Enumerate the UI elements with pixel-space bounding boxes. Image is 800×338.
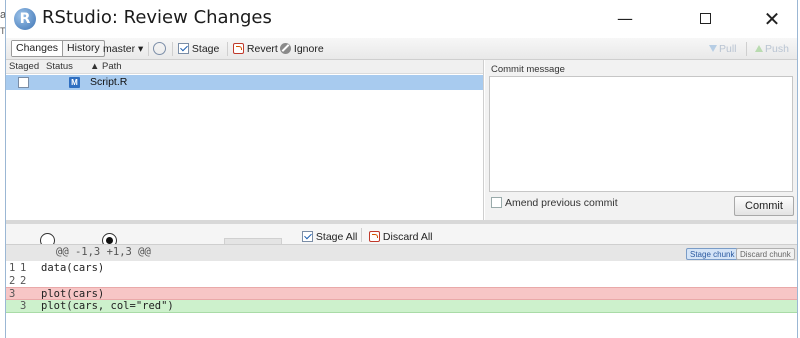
commit-button[interactable]: Commit [734,196,794,216]
review-changes-window: R RStudio: Review Changes — ✕ Changes Hi… [5,0,798,338]
status-badge: M [69,76,80,88]
column-header-status[interactable]: Status [46,61,73,72]
revert-icon [233,42,244,54]
checkbox-icon [18,76,29,88]
amend-label: Amend previous commit [505,197,618,209]
stage-checkbox-icon [178,42,189,54]
file-list-header: Staged Status ▲ Path [6,60,483,74]
push-button[interactable]: Push [755,41,789,57]
branch-dropdown[interactable]: master ▾ [103,41,143,57]
commit-panel: Commit message Amend previous commit Com… [485,60,797,220]
hunk-range: @@ -1,3 +1,3 @@ [56,246,151,258]
rstudio-logo-icon: R [14,8,36,30]
new-line-number: 3 [20,300,27,312]
toolbar: Changes History master ▾ Stage Revert Ig… [6,38,797,60]
stage-all-checkbox-icon [302,230,313,242]
new-line-number: 1 [20,262,27,274]
stage-chunk-button[interactable]: Stage chunk [686,248,739,260]
old-line-number: 1 [9,262,16,274]
push-arrow-icon [755,44,763,52]
file-row[interactable]: M Script.R [6,75,483,90]
new-line-number: 2 [20,275,27,287]
refresh-button[interactable] [153,41,166,57]
title-bar: R RStudio: Review Changes — ✕ [6,0,797,38]
diff-hunk-header: @@ -1,3 +1,3 @@ Stage chunk Discard chun… [6,244,797,261]
discard-all-button[interactable]: Discard All [369,229,433,245]
close-button[interactable]: ✕ [752,6,792,32]
discard-chunk-button[interactable]: Discard chunk [736,248,795,260]
revert-button[interactable]: Revert [233,41,278,57]
stage-all-button[interactable]: Stage All [302,229,357,245]
column-header-path[interactable]: ▲ Path [90,61,122,72]
column-header-staged[interactable]: Staged [9,61,39,72]
tab-changes[interactable]: Changes [12,41,64,56]
commit-message-label: Commit message [491,64,565,75]
diff-code: data(cars) [41,262,105,274]
maximize-button[interactable] [685,6,725,32]
window-title: RStudio: Review Changes [42,7,272,28]
checkbox-icon [491,196,502,208]
ignore-button[interactable]: Ignore [280,41,324,57]
diff-line-deleted[interactable]: 3 plot(cars) [6,287,797,300]
diff-toolbar: Stage All Discard All [6,224,797,248]
tab-history[interactable]: History [63,41,104,56]
modified-status-icon: M [69,77,80,88]
revert-label: Revert [246,43,278,55]
staged-checkbox[interactable] [18,76,29,89]
separator [227,42,228,56]
changed-files-list: Staged Status ▲ Path M Script.R [6,60,484,220]
old-line-number: 2 [9,275,16,287]
separator [361,228,362,242]
stage-label: Stage [191,43,220,55]
push-label: Push [765,43,789,55]
stage-button[interactable]: Stage [178,41,219,57]
discard-icon [369,230,380,242]
separator [746,42,747,56]
file-path: Script.R [90,76,128,88]
pull-label: Pull [719,43,737,55]
discard-all-label: Discard All [382,231,433,243]
ignore-label: Ignore [293,43,324,55]
maximize-icon [699,13,711,24]
diff-code: plot(cars) [41,288,105,300]
minimize-button[interactable]: — [605,6,645,32]
diff-line-context[interactable]: 2 2 [6,275,797,287]
view-tabs: Changes History [11,40,105,57]
separator [172,42,173,56]
stage-all-label: Stage All [315,231,358,243]
refresh-icon [153,41,166,55]
separator [148,42,149,56]
diff-line-context[interactable]: 1 1 data(cars) [6,262,797,274]
amend-previous-commit-checkbox[interactable]: Amend previous commit [491,196,618,209]
commit-message-input[interactable] [489,76,793,192]
diff-code: plot(cars, col="red") [41,300,174,312]
diff-line-added[interactable]: 3 plot(cars, col="red") [6,300,797,313]
pull-button[interactable]: Pull [709,41,737,57]
old-line-number: 3 [9,288,16,300]
pull-arrow-icon [709,44,717,52]
ignore-icon [280,42,291,54]
